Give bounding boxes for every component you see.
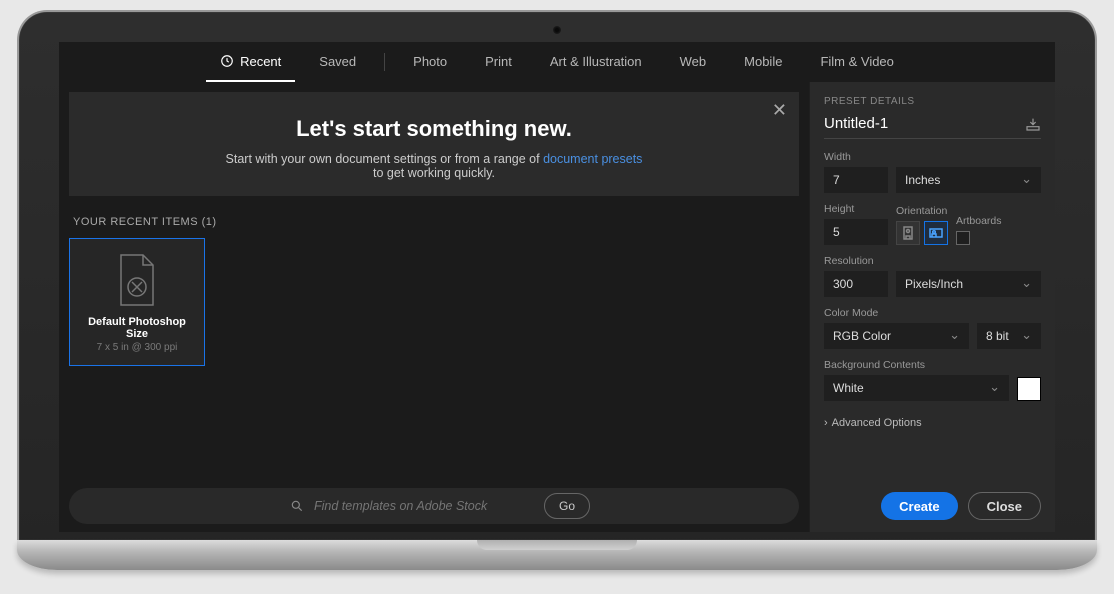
units-select[interactable]: Inches <box>896 167 1041 193</box>
width-input[interactable] <box>824 167 888 193</box>
width-label: Width <box>824 151 1041 163</box>
category-tabs: Recent Saved Photo Print Art & Illustrat… <box>59 42 1055 82</box>
go-button[interactable]: Go <box>544 493 590 519</box>
search-icon <box>290 499 304 513</box>
resolution-units-select[interactable]: Pixels/Inch <box>896 271 1041 297</box>
color-mode-label: Color Mode <box>824 307 1041 319</box>
panel-heading: PRESET DETAILS <box>824 96 1041 107</box>
tab-label: Film & Video <box>820 54 893 69</box>
chevron-right-icon: › <box>824 417 828 429</box>
search-input[interactable] <box>314 499 534 513</box>
orientation-portrait-button[interactable] <box>896 221 920 245</box>
tab-film[interactable]: Film & Video <box>806 42 907 82</box>
background-select[interactable]: White <box>824 375 1009 401</box>
background-label: Background Contents <box>824 359 1041 371</box>
tab-mobile[interactable]: Mobile <box>730 42 796 82</box>
search-bar: Go <box>69 488 799 524</box>
divider <box>384 53 385 71</box>
preset-dimensions: 7 x 5 in @ 300 ppi <box>97 342 178 353</box>
close-icon[interactable]: ✕ <box>772 100 787 121</box>
laptop-notch <box>477 540 637 550</box>
tab-label: Mobile <box>744 54 782 69</box>
save-preset-icon[interactable] <box>1025 117 1041 131</box>
tab-web[interactable]: Web <box>666 42 721 82</box>
preset-name: Default Photoshop Size <box>78 316 196 340</box>
artboards-label: Artboards <box>956 215 1002 227</box>
camera-dot <box>553 26 561 34</box>
height-label: Height <box>824 203 888 215</box>
recent-items-heading: YOUR RECENT ITEMS (1) <box>73 216 799 228</box>
hero-subtitle: Start with your own document settings or… <box>89 152 779 180</box>
close-button[interactable]: Close <box>968 492 1041 520</box>
advanced-options-toggle[interactable]: › Advanced Options <box>824 417 1041 429</box>
tab-saved[interactable]: Saved <box>305 42 370 82</box>
height-input[interactable] <box>824 219 888 245</box>
main-area: ✕ Let's start something new. Start with … <box>59 82 809 532</box>
resolution-input[interactable] <box>824 271 888 297</box>
tab-label: Print <box>485 54 512 69</box>
hero-title: Let's start something new. <box>89 116 779 142</box>
tab-label: Web <box>680 54 707 69</box>
file-icon <box>112 252 162 308</box>
tab-label: Saved <box>319 54 356 69</box>
document-presets-link[interactable]: document presets <box>543 152 642 166</box>
hero-banner: ✕ Let's start something new. Start with … <box>69 92 799 196</box>
preset-card[interactable]: Default Photoshop Size 7 x 5 in @ 300 pp… <box>69 238 205 366</box>
bit-depth-select[interactable]: 8 bit <box>977 323 1041 349</box>
color-mode-select[interactable]: RGB Color <box>824 323 969 349</box>
tab-photo[interactable]: Photo <box>399 42 461 82</box>
tab-recent[interactable]: Recent <box>206 42 295 82</box>
recent-items-grid: Default Photoshop Size 7 x 5 in @ 300 pp… <box>69 238 799 366</box>
tab-label: Art & Illustration <box>550 54 642 69</box>
preset-details-panel: PRESET DETAILS Width Inches <box>809 82 1055 532</box>
tab-label: Recent <box>240 54 281 69</box>
tab-art[interactable]: Art & Illustration <box>536 42 656 82</box>
resolution-label: Resolution <box>824 255 1041 267</box>
document-name-input[interactable] <box>824 115 974 132</box>
background-swatch[interactable] <box>1017 377 1041 401</box>
create-button[interactable]: Create <box>881 492 957 520</box>
clock-icon <box>220 54 234 68</box>
artboards-checkbox[interactable] <box>956 231 970 245</box>
tab-print[interactable]: Print <box>471 42 526 82</box>
orientation-landscape-button[interactable] <box>924 221 948 245</box>
orientation-label: Orientation <box>896 205 948 217</box>
app-window: Recent Saved Photo Print Art & Illustrat… <box>59 42 1055 532</box>
laptop-base <box>17 540 1097 570</box>
tab-label: Photo <box>413 54 447 69</box>
